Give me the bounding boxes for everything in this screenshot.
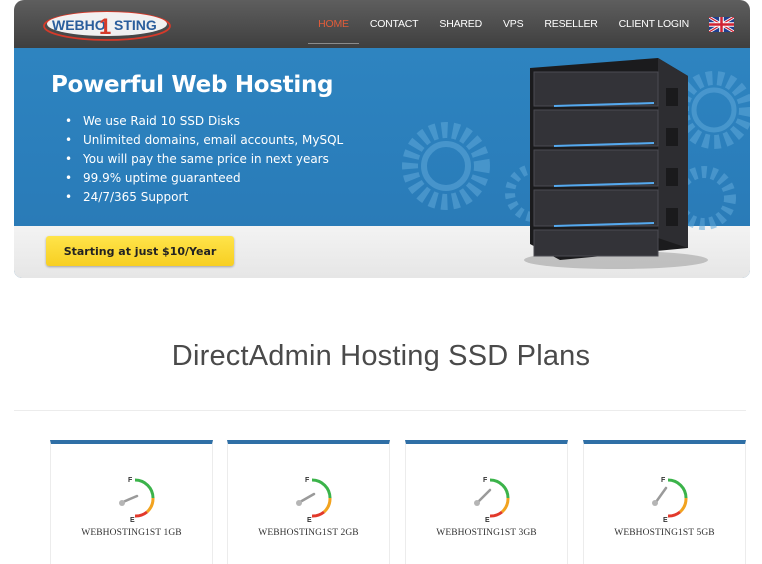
list-item: • Unlimited domains, email accounts, MySQ… (65, 131, 343, 150)
plan-name: WEBHOSTING1ST 1GB (81, 528, 182, 538)
server-rack-icon (524, 58, 708, 269)
fuel-gauge-icon: F E (119, 477, 155, 524)
bullet-icon: • (65, 171, 73, 185)
list-item: • We use Raid 10 SSD Disks (65, 112, 343, 131)
list-item: • You will pay the same price in next yea… (65, 150, 343, 169)
svg-text:STING: STING (114, 17, 157, 33)
nav-reseller[interactable]: RESELLER (544, 18, 597, 30)
feature-text: Unlimited domains, email accounts, MySQL (83, 133, 344, 147)
uk-flag-icon[interactable] (709, 16, 734, 32)
list-item: • 99.9% uptime guaranteed (65, 169, 343, 188)
plans-grid: F E WEBHOSTING1ST 1GB F E WEBHOSTING1ST … (50, 440, 750, 564)
plans-section-title: DirectAdmin Hosting SSD Plans (171, 340, 591, 372)
feature-list: • We use Raid 10 SSD Disks • Unlimited dom… (65, 112, 343, 207)
hero-banner: Powerful Web Hosting • We use Raid 10 SSD… (14, 48, 750, 278)
nav-shared[interactable]: SHARED (439, 18, 482, 30)
plan-card-3gb[interactable]: F E WEBHOSTING1ST 3GB (405, 440, 568, 564)
site-header: WEBHO 1 STING HOME CONTACT SHARED VPS RE… (14, 0, 750, 48)
gauge-empty-label: E (485, 517, 490, 524)
fuel-gauge-icon: F E (474, 477, 510, 524)
plan-name: WEBHOSTING1ST 2GB (258, 528, 359, 538)
site-logo[interactable]: WEBHO 1 STING (42, 8, 172, 42)
pricing-cta-button[interactable]: Starting at just $10/Year (46, 236, 234, 266)
nav-vps[interactable]: VPS (503, 18, 524, 30)
plan-name: WEBHOSTING1ST 5GB (614, 528, 715, 538)
gauge-full-label: F (128, 477, 133, 484)
nav-contact[interactable]: CONTACT (370, 18, 419, 30)
list-item: • 24/7/365 Support (65, 188, 343, 207)
svg-text:1: 1 (99, 14, 111, 39)
gauge-empty-label: E (663, 517, 668, 524)
feature-text: 99.9% uptime guaranteed (83, 171, 241, 185)
nav-client-login[interactable]: CLIENT LOGIN (619, 18, 690, 30)
section-divider (14, 410, 746, 411)
fuel-gauge-icon: F E (652, 477, 688, 524)
plan-card-1gb[interactable]: F E WEBHOSTING1ST 1GB (50, 440, 213, 564)
nav-home[interactable]: HOME (308, 18, 359, 44)
plan-name: WEBHOSTING1ST 3GB (436, 528, 537, 538)
gauge-full-label: F (483, 477, 488, 484)
main-nav: HOME CONTACT SHARED VPS RESELLER CLIENT … (297, 0, 734, 48)
svg-text:WEBHO: WEBHO (52, 17, 106, 33)
feature-text: We use Raid 10 SSD Disks (83, 114, 241, 128)
bullet-icon: • (65, 133, 73, 147)
plan-card-2gb[interactable]: F E WEBHOSTING1ST 2GB (227, 440, 390, 564)
gauge-empty-label: E (130, 517, 135, 524)
hero-title: Powerful Web Hosting (51, 72, 334, 98)
fuel-gauge-icon: F E (296, 477, 332, 524)
bullet-icon: • (65, 152, 73, 166)
bullet-icon: • (65, 190, 73, 204)
gauge-empty-label: E (307, 517, 312, 524)
gauge-full-label: F (305, 477, 310, 484)
feature-text: You will pay the same price in next year… (83, 152, 329, 166)
gauge-full-label: F (661, 477, 666, 484)
bullet-icon: • (65, 114, 73, 128)
feature-text: 24/7/365 Support (83, 190, 189, 204)
plan-card-5gb[interactable]: F E WEBHOSTING1ST 5GB (583, 440, 746, 564)
